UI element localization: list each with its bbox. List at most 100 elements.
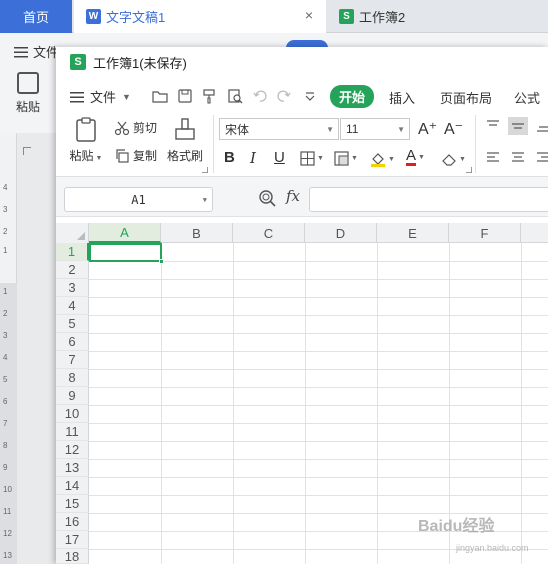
gridline: [521, 243, 522, 564]
row-header-1[interactable]: 1: [56, 243, 89, 261]
ruler-number: 10: [3, 485, 12, 494]
align-middle-button[interactable]: [508, 117, 528, 135]
name-box-value: A1: [131, 192, 146, 207]
font-size-value: 11: [346, 122, 359, 136]
fill-handle[interactable]: [159, 259, 164, 264]
insert-function-button[interactable]: fx: [286, 187, 300, 205]
merge-style-button[interactable]: ▼: [334, 151, 358, 166]
row-header-4[interactable]: 4: [56, 297, 89, 315]
decrease-font-button[interactable]: A⁻: [444, 119, 463, 139]
tab-page-layout[interactable]: 页面布局: [440, 88, 492, 107]
row-header-14[interactable]: 14: [56, 477, 89, 495]
zoom-search-icon[interactable]: [258, 189, 276, 207]
gridline: [89, 297, 548, 298]
tab-start[interactable]: 开始: [330, 85, 375, 108]
formula-bar: A1 ▼ fx: [56, 177, 548, 217]
row-header-5[interactable]: 5: [56, 315, 89, 333]
increase-font-button[interactable]: A⁺: [418, 119, 437, 139]
ruler-number: 8: [3, 441, 8, 450]
row-header-2[interactable]: 2: [56, 261, 89, 279]
row-header-7[interactable]: 7: [56, 351, 89, 369]
name-box[interactable]: A1 ▼: [64, 187, 213, 212]
borders-button[interactable]: ▼: [300, 151, 324, 166]
align-left-button[interactable]: [486, 151, 500, 165]
align-bottom-button[interactable]: [536, 119, 548, 133]
column-header-e[interactable]: E: [377, 223, 449, 243]
row-header-10[interactable]: 10: [56, 405, 89, 423]
align-center-button[interactable]: [511, 151, 525, 165]
file-menu[interactable]: 文件 ▼: [70, 87, 131, 106]
font-size-select[interactable]: 11 ▼: [340, 118, 410, 140]
paste-button[interactable]: 粘贴 ▼: [66, 117, 106, 164]
clear-format-button[interactable]: ▼: [441, 151, 466, 167]
tab-word-document[interactable]: W 文字文稿1 ×: [74, 0, 326, 33]
row-header-6[interactable]: 6: [56, 333, 89, 351]
save-icon[interactable]: [177, 88, 193, 104]
bold-button[interactable]: B: [224, 149, 235, 166]
row-header-8[interactable]: 8: [56, 369, 89, 387]
tab-home[interactable]: 首页: [0, 0, 72, 33]
gridline: [377, 243, 378, 564]
customize-toolbar-icon[interactable]: [302, 88, 318, 104]
ruler-number: 4: [3, 183, 8, 192]
spreadsheet-window: S 工作簿1(未保存) 文件 ▼ 开始 插入 页面布局 公式 粘贴 ▼ 剪切 复…: [56, 47, 548, 564]
ruler-number: 1: [3, 287, 8, 296]
dialog-launcher-icon[interactable]: [202, 167, 208, 173]
ruler-number: 12: [3, 529, 12, 538]
font-color-button[interactable]: A ▼: [406, 147, 425, 166]
copy-button[interactable]: 复制: [114, 147, 157, 164]
format-painter-button[interactable]: 格式刷: [164, 117, 206, 164]
background-file-menu[interactable]: 文件: [14, 42, 59, 61]
font-name-value: 宋体: [225, 122, 250, 137]
align-top-button[interactable]: [486, 119, 500, 133]
tab-insert[interactable]: 插入: [389, 88, 415, 107]
formula-input[interactable]: [309, 187, 548, 212]
row-header-11[interactable]: 11: [56, 423, 89, 441]
row-header-17[interactable]: 17: [56, 531, 89, 549]
font-name-select[interactable]: 宋体 ▼: [219, 118, 339, 140]
column-header-bar: A B C D E F: [56, 223, 548, 243]
background-paste-button[interactable]: 粘贴: [10, 72, 46, 115]
scissors-icon: [114, 120, 130, 136]
column-header-b[interactable]: B: [161, 223, 233, 243]
spreadsheet-app-icon: S: [70, 54, 86, 70]
chevron-down-icon: ▼: [397, 125, 405, 134]
underline-button[interactable]: U: [274, 149, 285, 166]
undo-icon[interactable]: [252, 88, 268, 104]
tab-workbook-2[interactable]: S 工作簿2: [327, 0, 467, 33]
dialog-launcher-icon[interactable]: [466, 167, 472, 173]
print-preview-icon[interactable]: [227, 88, 243, 104]
chevron-down-icon: ▼: [93, 155, 103, 162]
file-menu-label: 文件: [90, 90, 117, 105]
format-painter-small-icon[interactable]: [202, 88, 218, 104]
row-header-12[interactable]: 12: [56, 441, 89, 459]
align-right-icon: [536, 151, 548, 165]
row-header-13[interactable]: 13: [56, 459, 89, 477]
row-header-15[interactable]: 15: [56, 495, 89, 513]
ruler-number: 6: [3, 397, 8, 406]
row-header-16[interactable]: 16: [56, 513, 89, 531]
align-right-button[interactable]: [536, 151, 548, 165]
select-all-corner[interactable]: [56, 223, 89, 243]
close-tab-icon[interactable]: ×: [302, 8, 316, 22]
row-header-18[interactable]: 18: [56, 549, 89, 564]
italic-button[interactable]: I: [250, 149, 256, 167]
fill-color-button[interactable]: ▼: [370, 151, 395, 167]
active-cell-a1[interactable]: [89, 243, 164, 264]
column-header-a[interactable]: A: [89, 223, 161, 243]
baidu-watermark-url: jingyan.baidu.com: [456, 543, 529, 553]
redo-icon[interactable]: [276, 88, 292, 104]
cut-button[interactable]: 剪切: [114, 119, 157, 136]
gridline: [89, 279, 548, 280]
open-folder-icon[interactable]: [152, 88, 168, 104]
align-bottom-icon: [536, 119, 548, 133]
column-header-f[interactable]: F: [449, 223, 521, 243]
tab-formulas[interactable]: 公式: [514, 88, 540, 107]
column-header-d[interactable]: D: [305, 223, 377, 243]
font-color-icon: A: [406, 147, 417, 166]
column-header-c[interactable]: C: [233, 223, 305, 243]
row-header-3[interactable]: 3: [56, 279, 89, 297]
row-header-9[interactable]: 9: [56, 387, 89, 405]
baidu-watermark: Baidu经验: [418, 518, 495, 535]
ruler-number: 2: [3, 309, 8, 318]
